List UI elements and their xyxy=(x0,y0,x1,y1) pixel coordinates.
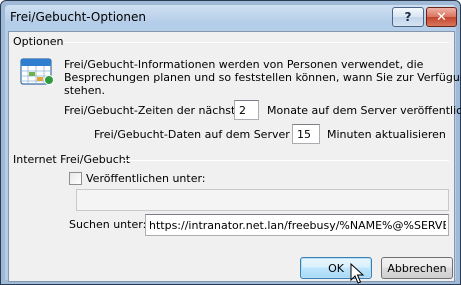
window-title: Frei/Gebucht-Optionen xyxy=(10,10,146,24)
help-button[interactable]: ? xyxy=(392,7,424,27)
help-icon: ? xyxy=(404,10,412,24)
ok-button-label: OK xyxy=(328,261,344,275)
window-frame: Frei/Gebucht-Optionen ? ✕ Optionen Frei/… xyxy=(5,5,461,282)
publish-checkbox[interactable] xyxy=(69,172,82,185)
months-input[interactable]: 2 xyxy=(234,100,259,120)
search-url-value: https://intranator.net.lan/freebusy/%NAM… xyxy=(149,219,446,232)
publish-url-field[interactable] xyxy=(76,189,449,211)
minutes-suffix-label: Minuten aktualisieren xyxy=(327,128,446,141)
internet-group-divider xyxy=(123,160,449,161)
options-group-divider xyxy=(64,42,449,43)
publish-label[interactable]: Veröffentlichen unter: xyxy=(86,172,206,185)
months-input-value: 2 xyxy=(239,104,246,117)
months-suffix-label: Monate auf dem Server veröffentlichen xyxy=(267,104,461,117)
options-description-line3: stehen. xyxy=(64,84,106,97)
close-button[interactable]: ✕ xyxy=(426,7,457,27)
close-icon: ✕ xyxy=(436,9,447,25)
title-bar[interactable]: Frei/Gebucht-Optionen ? ✕ xyxy=(5,5,457,31)
search-url-field[interactable]: https://intranator.net.lan/freebusy/%NAM… xyxy=(145,214,449,236)
internet-group-label: Internet Frei/Gebucht xyxy=(13,153,134,166)
mouse-pointer-icon xyxy=(350,263,365,284)
minutes-input-value: 15 xyxy=(297,128,311,141)
options-group-label: Optionen xyxy=(13,35,67,48)
calendar-icon xyxy=(20,58,54,85)
options-description-line2: Besprechungen planen und so feststellen … xyxy=(64,71,461,84)
minutes-prefix-label: Frei/Gebucht-Daten auf dem Server alle xyxy=(94,128,313,141)
search-label: Suchen unter: xyxy=(69,218,147,231)
dialog-window: Frei/Gebucht-Optionen ? ✕ Optionen Frei/… xyxy=(0,0,461,285)
cancel-button-label: Abbrechen xyxy=(387,261,447,275)
cancel-button[interactable]: Abbrechen xyxy=(381,257,453,279)
dialog-body: Optionen Frei/Gebucht-Informationen werd… xyxy=(8,31,461,282)
minutes-input[interactable]: 15 xyxy=(292,124,320,144)
months-prefix-label: Frei/Gebucht-Zeiten der nächsten xyxy=(64,104,250,117)
options-description-line1: Frei/Gebucht-Informationen werden von Pe… xyxy=(64,58,424,71)
